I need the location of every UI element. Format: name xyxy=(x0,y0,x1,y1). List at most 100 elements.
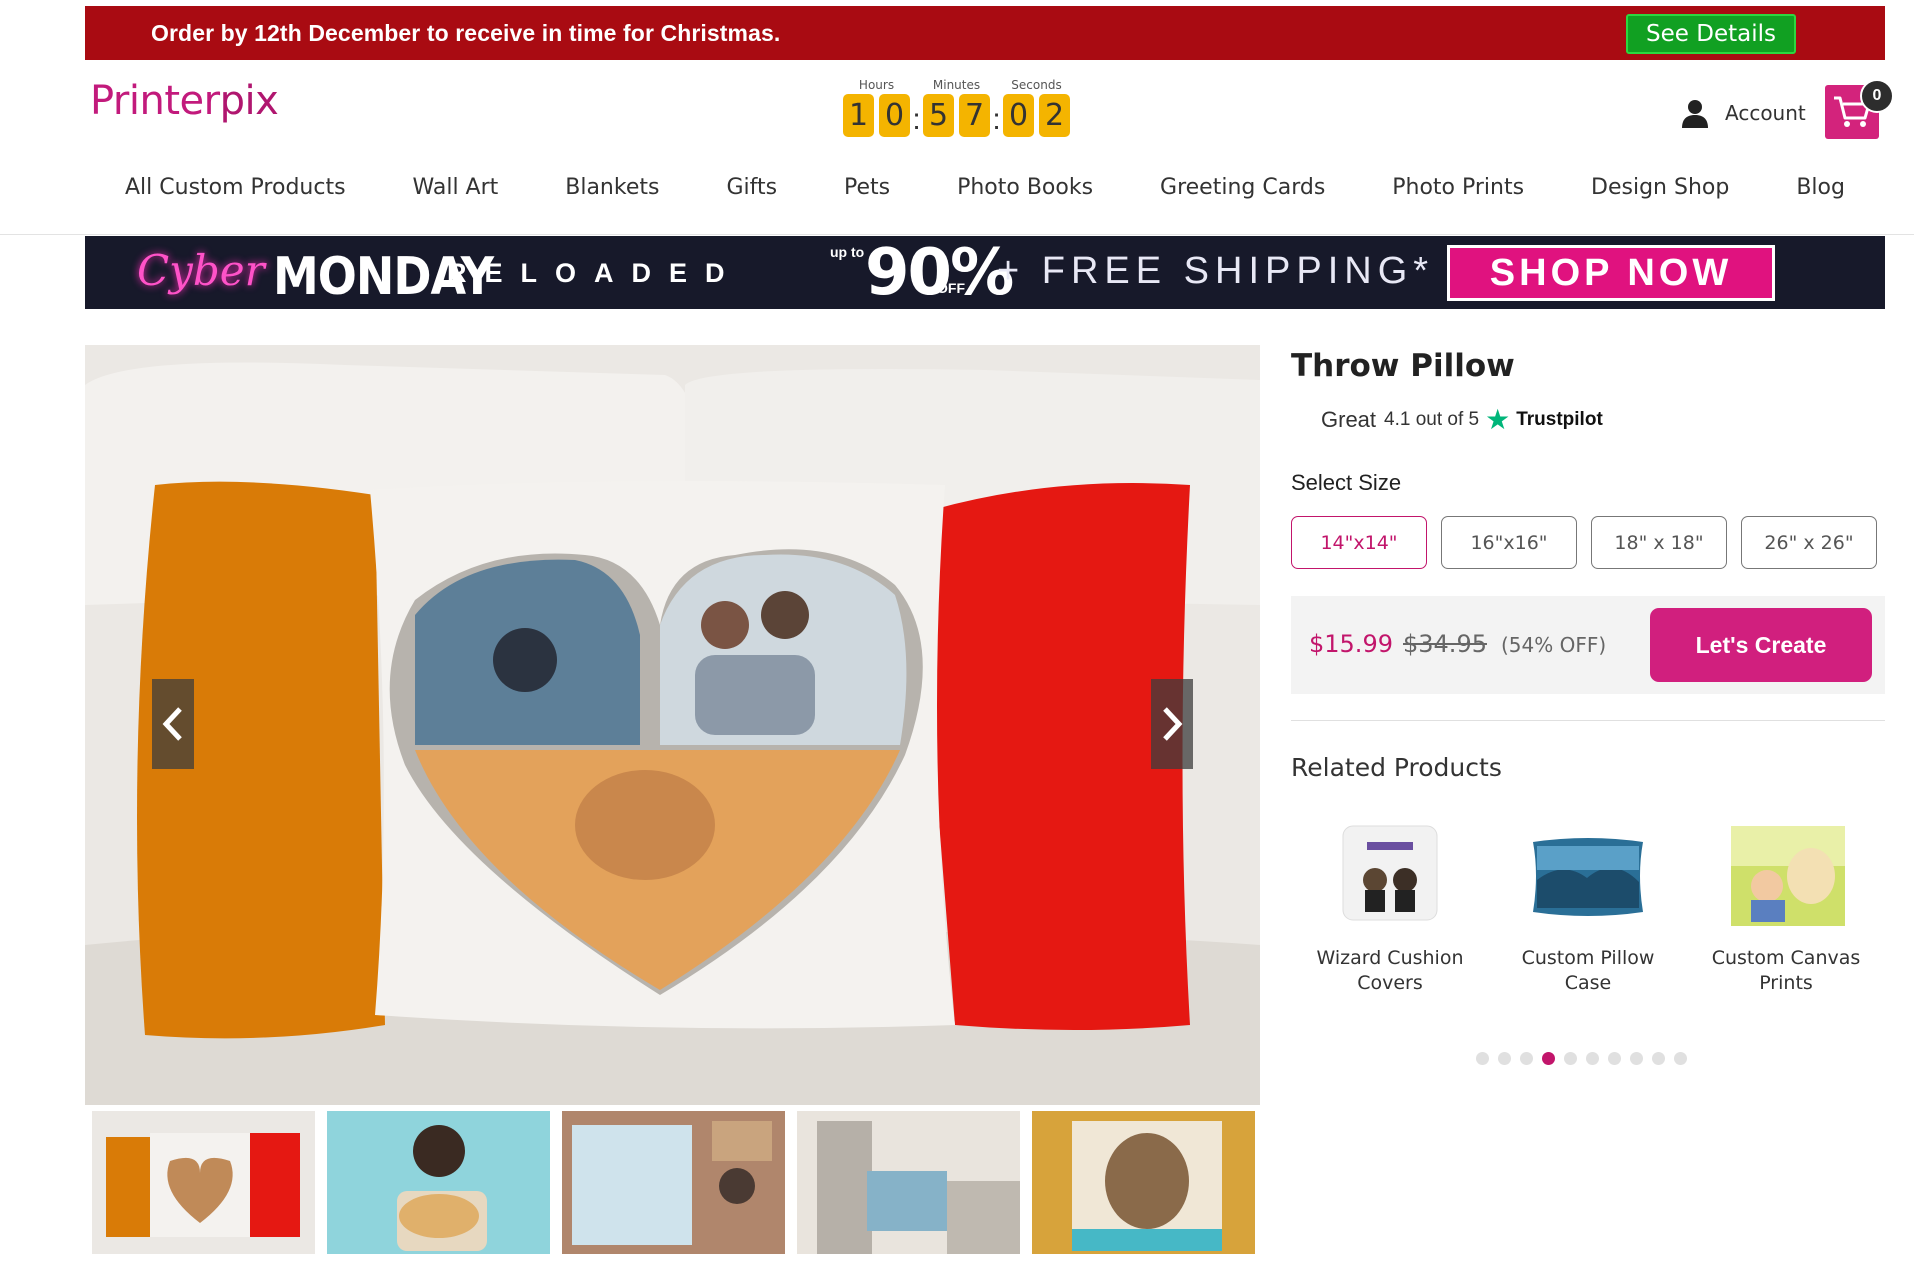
countdown-digit: 1 xyxy=(843,94,874,137)
carousel-dot-active[interactable] xyxy=(1542,1052,1555,1065)
price-box: $15.99 $34.95 (54% OFF) Let's Create xyxy=(1291,596,1885,694)
thumbnail-4[interactable] xyxy=(797,1111,1020,1254)
trustpilot-rating[interactable]: Great 4.1 out of 5 ★ Trustpilot xyxy=(1321,406,1603,434)
carousel-dot[interactable] xyxy=(1652,1052,1665,1065)
promo-text: Order by 12th December to receive in tim… xyxy=(151,19,781,46)
cart-count-badge: 0 xyxy=(1860,79,1894,113)
size-option-18x18[interactable]: 18" x 18" xyxy=(1591,516,1727,569)
banner-free-shipping-text: + FREE SHIPPING* xyxy=(997,250,1435,292)
countdown-hours-label: Hours xyxy=(858,78,895,92)
account-label: Account xyxy=(1725,101,1806,125)
banner-upto-text: up to xyxy=(830,244,865,260)
countdown-digit: 0 xyxy=(879,94,910,137)
related-products-carousel: Wizard Cushion Covers Custom Pillow Case… xyxy=(1291,820,1885,995)
related-product-image xyxy=(1731,826,1845,926)
original-price: $34.95 xyxy=(1403,630,1487,658)
thumbnail-image xyxy=(562,1111,785,1254)
thumbnail-1[interactable] xyxy=(92,1111,315,1254)
countdown-seconds: Seconds 0 2 xyxy=(1003,78,1070,137)
pillow-photo xyxy=(85,345,1260,1105)
carousel-dot[interactable] xyxy=(1608,1052,1621,1065)
size-option-14x14[interactable]: 14"x14" xyxy=(1291,516,1427,569)
rating-score: 4.1 out of 5 xyxy=(1384,409,1480,430)
countdown-timer: Hours 1 0 : Minutes 5 7 : Seconds 0 2 xyxy=(843,78,1070,137)
thumbnail-strip xyxy=(92,1111,1255,1254)
trustpilot-star-icon: ★ xyxy=(1485,404,1511,435)
nav-item-photo-prints[interactable]: Photo Prints xyxy=(1392,175,1524,200)
related-product-label: Wizard Cushion Covers xyxy=(1316,946,1463,995)
thumbnail-image xyxy=(797,1111,1020,1254)
thumbnail-5[interactable] xyxy=(1032,1111,1255,1254)
related-product-canvas-prints[interactable]: Custom Canvas Prints xyxy=(1701,820,1871,995)
related-product-label-line1: Custom Pillow xyxy=(1521,947,1655,969)
carousel-dot[interactable] xyxy=(1498,1052,1511,1065)
carousel-dot[interactable] xyxy=(1476,1052,1489,1065)
related-product-label-line2: Prints xyxy=(1759,971,1813,994)
related-product-image xyxy=(1342,825,1438,921)
thumbnail-image xyxy=(92,1111,315,1254)
countdown-digit: 7 xyxy=(959,94,990,137)
countdown-minutes-label: Minutes xyxy=(932,78,981,92)
related-product-image xyxy=(1533,838,1643,916)
gallery-next-button[interactable] xyxy=(1151,679,1193,769)
banner-reloaded-text: RELOADED xyxy=(447,258,743,288)
rating-label: Great xyxy=(1321,407,1377,432)
countdown-separator: : xyxy=(912,103,921,136)
nav-item-gifts[interactable]: Gifts xyxy=(726,175,777,200)
nav-item-blankets[interactable]: Blankets xyxy=(565,175,659,200)
nav-item-design-shop[interactable]: Design Shop xyxy=(1591,175,1729,200)
carousel-dot[interactable] xyxy=(1564,1052,1577,1065)
related-product-label-line1: Wizard Cushion xyxy=(1316,947,1464,969)
nav-item-all-custom-products[interactable]: All Custom Products xyxy=(125,175,346,200)
main-nav: All Custom Products Wall Art Blankets Gi… xyxy=(85,175,1885,200)
section-divider xyxy=(1291,720,1885,721)
nav-item-greeting-cards[interactable]: Greeting Cards xyxy=(1160,175,1325,200)
related-product-label: Custom Pillow Case xyxy=(1522,946,1655,995)
user-icon xyxy=(1682,100,1708,128)
countdown-seconds-label: Seconds xyxy=(1011,78,1062,92)
carousel-dot[interactable] xyxy=(1520,1052,1533,1065)
nav-item-photo-books[interactable]: Photo Books xyxy=(957,175,1093,200)
banner-off-text: OFF xyxy=(937,280,965,296)
countdown-separator: : xyxy=(992,103,1001,136)
size-options: 14"x14" 16"x16" 18" x 18" 26" x 26" xyxy=(1291,516,1877,569)
shop-now-button[interactable]: SHOP NOW xyxy=(1447,245,1775,301)
cyber-monday-banner[interactable]: Cyber MONDAY RELOADED up to 90% OFF + FR… xyxy=(85,236,1885,309)
thumbnail-2[interactable] xyxy=(327,1111,550,1254)
product-title: Throw Pillow xyxy=(1291,348,1515,384)
trustpilot-brand: Trustpilot xyxy=(1516,409,1603,430)
nav-item-wall-art[interactable]: Wall Art xyxy=(413,175,499,200)
banner-cyber-text: Cyber xyxy=(137,246,265,295)
logo-text-part1: Printer xyxy=(90,78,220,124)
countdown-hours: Hours 1 0 xyxy=(843,78,910,137)
size-option-26x26[interactable]: 26" x 26" xyxy=(1741,516,1877,569)
printerpix-logo[interactable]: Printerpix xyxy=(90,78,279,124)
related-product-label-line2: Covers xyxy=(1357,971,1423,994)
thumbnail-image xyxy=(327,1111,550,1254)
lets-create-button[interactable]: Let's Create xyxy=(1650,608,1872,682)
see-details-button[interactable]: See Details xyxy=(1626,14,1796,54)
gallery-prev-button[interactable] xyxy=(152,679,194,769)
chevron-right-icon xyxy=(1163,707,1183,741)
countdown-digit: 5 xyxy=(923,94,954,137)
chevron-left-icon xyxy=(162,707,182,741)
nav-item-pets[interactable]: Pets xyxy=(844,175,890,200)
countdown-digit: 0 xyxy=(1003,94,1034,137)
size-option-16x16[interactable]: 16"x16" xyxy=(1441,516,1577,569)
carousel-dot[interactable] xyxy=(1630,1052,1643,1065)
countdown-minutes: Minutes 5 7 xyxy=(923,78,990,137)
carousel-dot[interactable] xyxy=(1674,1052,1687,1065)
carousel-dot[interactable] xyxy=(1586,1052,1599,1065)
select-size-label: Select Size xyxy=(1291,470,1402,495)
logo-text-part2: pix xyxy=(219,78,279,124)
thumbnail-image xyxy=(1032,1111,1255,1254)
related-products-title: Related Products xyxy=(1291,753,1502,782)
carousel-pagination xyxy=(1476,1052,1687,1065)
nav-item-blog[interactable]: Blog xyxy=(1796,175,1845,200)
related-product-wizard-cushion[interactable]: Wizard Cushion Covers xyxy=(1305,820,1475,995)
account-link[interactable]: Account xyxy=(1679,97,1806,129)
related-product-label-line1: Custom Canvas xyxy=(1711,947,1861,969)
related-product-label: Custom Canvas Prints xyxy=(1712,946,1861,995)
related-product-pillow-case[interactable]: Custom Pillow Case xyxy=(1503,820,1673,995)
thumbnail-3[interactable] xyxy=(562,1111,785,1254)
